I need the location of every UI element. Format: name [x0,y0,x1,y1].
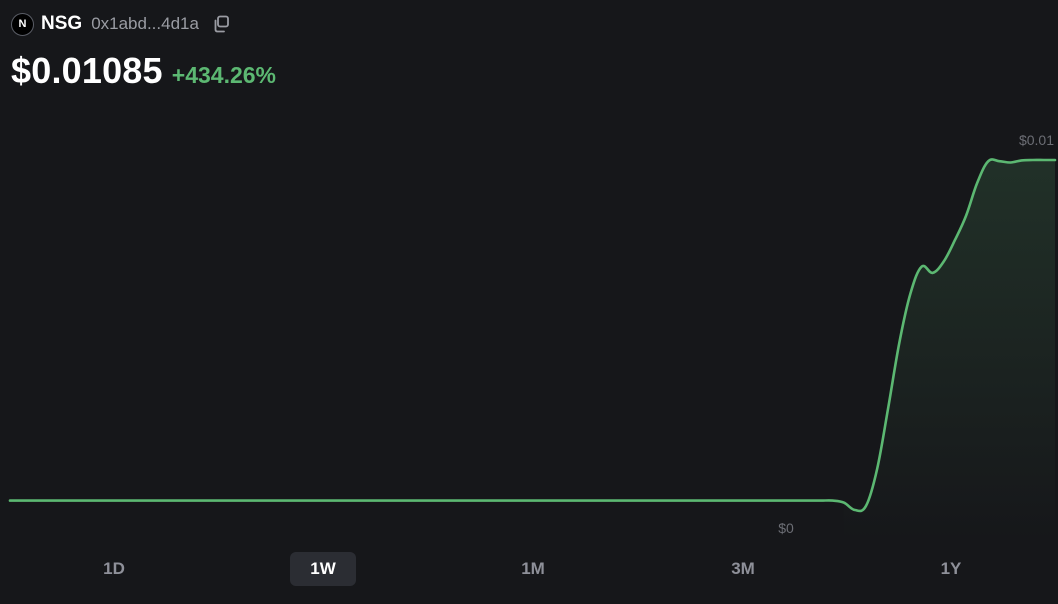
price-area [843,160,1055,540]
price-high-label: $0.01 [1019,132,1054,148]
range-tab-1w[interactable]: 1W [290,552,356,586]
price-low-label: $0 [778,520,794,536]
range-tab-1y[interactable]: 1Y [918,552,984,586]
range-tab-3m[interactable]: 3M [710,552,776,586]
range-tab-1m[interactable]: 1M [500,552,566,586]
time-range-tabs: 1D 1W 1M 3M 1Y [0,552,1058,586]
price-chart[interactable]: $0.01 $0 [0,0,1058,540]
token-price-widget: N NSG 0x1abd...4d1a $0.01085 +434.26% $0… [0,0,1058,604]
range-tab-1d[interactable]: 1D [81,552,147,586]
